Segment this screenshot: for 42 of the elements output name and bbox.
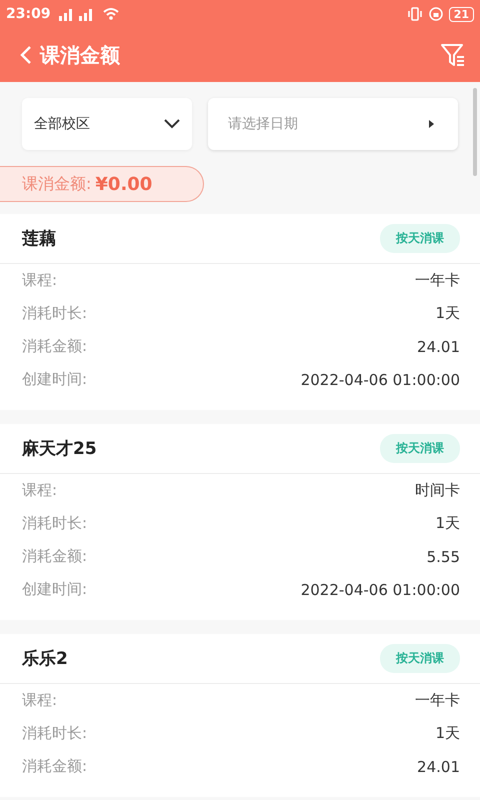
field-label: 消耗时长: [22, 514, 88, 533]
field-label: 消耗金额: [22, 757, 88, 776]
field-value: 时间卡 [415, 481, 460, 500]
field-value: 2022-04-06 01:00:00 [300, 370, 460, 388]
total-amount: ¥0.00 [95, 174, 152, 194]
field-value: 1天 [435, 304, 460, 323]
field-value: 24.01 [417, 758, 460, 776]
field-value: 一年卡 [415, 271, 460, 290]
field-value: 5.55 [426, 548, 460, 566]
date-field[interactable]: 请选择日期 [208, 98, 458, 150]
student-name: 麻天才25 [22, 438, 97, 460]
field-label: 课程: [22, 481, 58, 500]
field-value: 24.01 [417, 338, 460, 356]
field-value: 1天 [435, 724, 460, 743]
field-label: 创建时间: [22, 580, 88, 599]
consume-type-tag: 按天消课 [380, 434, 460, 463]
field-label: 消耗时长: [22, 304, 88, 323]
chevron-down-icon [164, 119, 180, 129]
campus-select[interactable]: 全部校区 [22, 98, 192, 150]
field-label: 课程: [22, 271, 58, 290]
caret-icon [429, 120, 434, 128]
consume-type-tag: 按天消课 [380, 644, 460, 673]
back-icon[interactable] [20, 45, 32, 65]
field-value: 一年卡 [415, 691, 460, 710]
lock-icon [428, 7, 443, 21]
filter-icon[interactable] [440, 42, 466, 68]
field-label: 消耗金额: [22, 337, 88, 356]
field-value: 1天 [435, 514, 460, 533]
student-name: 莲藕 [22, 228, 56, 250]
vibrate-icon [406, 7, 423, 21]
field-label: 课程: [22, 691, 58, 710]
wifi-icon [102, 7, 119, 21]
field-label: 消耗金额: [22, 547, 88, 566]
student-name: 乐乐2 [22, 648, 68, 670]
battery-indicator: 21 [448, 6, 474, 22]
page-title: 课消金额 [40, 42, 120, 68]
field-value: 2022-04-06 01:00:00 [300, 580, 460, 598]
consume-type-tag: 按天消课 [380, 224, 460, 253]
total-label: 课消金额: [22, 174, 92, 194]
field-label: 创建时间: [22, 370, 88, 389]
field-label: 消耗时长: [22, 724, 88, 743]
status-time: 23:09 [6, 6, 51, 22]
